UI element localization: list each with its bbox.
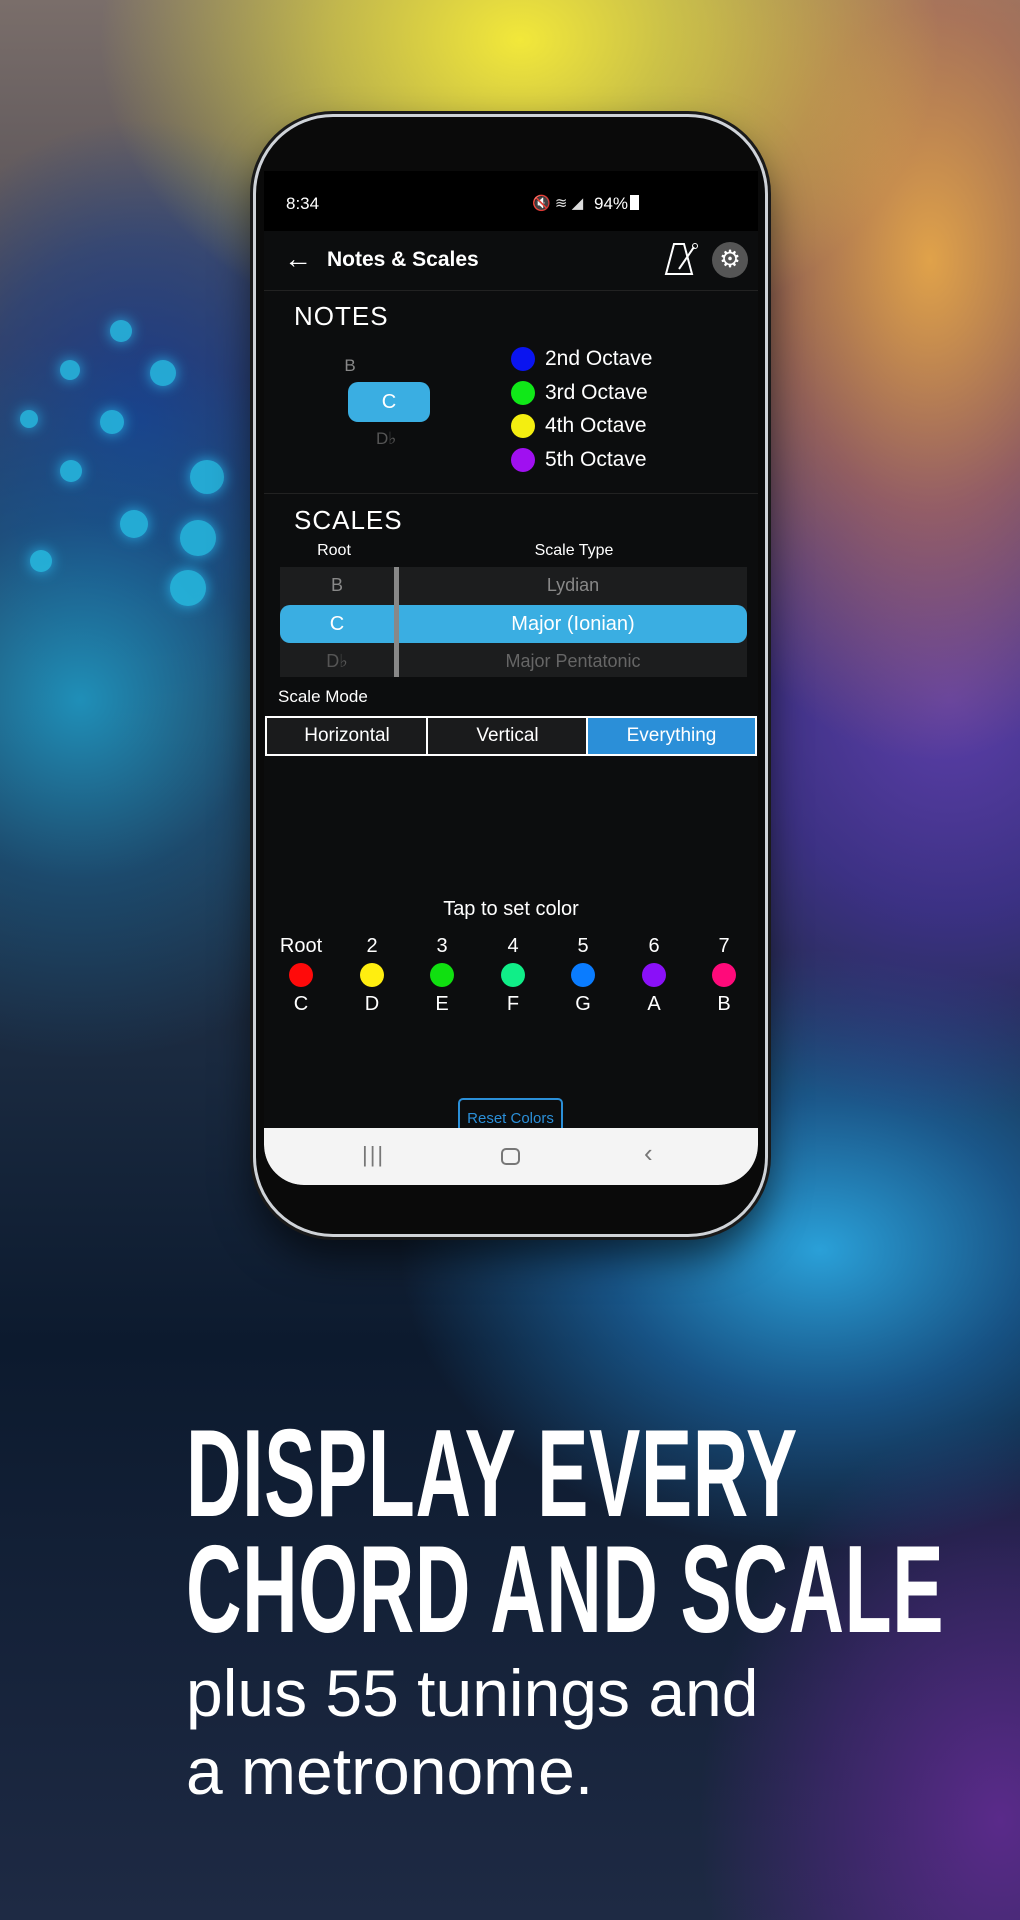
status-icons: 🔇 ≋ ◢ xyxy=(532,195,584,212)
tap-to-set-color-label: Tap to set color xyxy=(443,898,579,920)
subheadline-line-1: plus 55 tunings and xyxy=(186,1656,759,1730)
octave-label: 3rd Octave xyxy=(545,381,648,404)
note-label: D xyxy=(364,993,380,1015)
degree-label: 5 xyxy=(577,935,589,957)
octave-dot xyxy=(511,448,535,472)
octave-label: 4th Octave xyxy=(545,414,647,437)
android-nav-bar: ||| ‹ xyxy=(264,1128,758,1185)
page-title: Notes & Scales xyxy=(327,248,479,271)
scale-mode-label: Scale Mode xyxy=(278,687,368,706)
subheadline-line-2: a metronome. xyxy=(186,1734,594,1808)
note-picker-selected[interactable]: C xyxy=(348,382,430,422)
note-picker-next[interactable]: D♭ xyxy=(376,429,396,449)
note-label: A xyxy=(647,993,661,1015)
gear-icon[interactable]: ⚙ xyxy=(712,242,748,278)
status-time: 8:34 xyxy=(286,194,320,213)
battery-level: 94% xyxy=(594,194,629,213)
degree-label: 7 xyxy=(718,935,730,957)
color-swatch-6[interactable] xyxy=(642,963,666,987)
degree-label: 2 xyxy=(366,935,378,957)
root-header: Root xyxy=(317,542,351,559)
color-swatch-3[interactable] xyxy=(430,963,454,987)
scales-title: SCALES xyxy=(294,505,403,535)
scale-type-next[interactable]: Major Pentatonic xyxy=(399,651,747,672)
octave-dot xyxy=(511,347,535,371)
arrow-left-icon[interactable]: ← xyxy=(284,243,312,275)
mode-vertical-button[interactable]: Vertical xyxy=(426,716,589,756)
degree-label: Root xyxy=(279,935,323,957)
note-label: F xyxy=(506,993,520,1015)
color-swatch-7[interactable] xyxy=(712,963,736,987)
octave-label: 5th Octave xyxy=(545,448,647,471)
app-screen: 8:34 🔇 ≋ ◢ 94% ← Notes & Scales ⚙ NOTES … xyxy=(264,171,758,1185)
metronome-icon[interactable] xyxy=(664,241,700,277)
color-swatch-4[interactable] xyxy=(501,963,525,987)
degree-label: 4 xyxy=(507,935,519,957)
color-swatch-root[interactable] xyxy=(289,963,313,987)
scale-type-header: Scale Type xyxy=(534,542,614,559)
mode-horizontal-button[interactable]: Horizontal xyxy=(265,716,429,756)
octave-dot xyxy=(511,414,535,438)
root-selected[interactable]: C xyxy=(280,613,394,636)
battery-icon xyxy=(630,195,639,210)
note-label: E xyxy=(435,993,449,1015)
headline-line-1: DISPLAY EVERY xyxy=(186,1405,798,1543)
scale-picker[interactable]: B C D♭ Lydian Major (Ionian) Major Penta… xyxy=(280,567,747,677)
back-icon[interactable]: ‹ xyxy=(644,1138,653,1169)
note-picker-prev[interactable]: B xyxy=(314,356,386,376)
home-icon[interactable] xyxy=(501,1148,520,1165)
status-bar: 8:34 🔇 ≋ ◢ 94% xyxy=(264,171,758,231)
root-prev[interactable]: B xyxy=(280,575,394,596)
mode-everything-button[interactable]: Everything xyxy=(586,716,757,756)
color-swatch-2[interactable] xyxy=(360,963,384,987)
note-label: B xyxy=(717,993,731,1015)
note-label: G xyxy=(575,993,591,1015)
recent-apps-icon[interactable]: ||| xyxy=(362,1142,385,1168)
headline-line-2: CHORD AND SCALE xyxy=(186,1521,945,1659)
divider xyxy=(264,493,758,494)
notes-title: NOTES xyxy=(294,301,389,331)
color-swatch-5[interactable] xyxy=(571,963,595,987)
scale-type-prev[interactable]: Lydian xyxy=(399,575,747,596)
degree-label: 3 xyxy=(436,935,448,957)
degree-label: 6 xyxy=(648,935,660,957)
octave-label: 2nd Octave xyxy=(545,347,653,370)
note-label: C xyxy=(293,993,309,1015)
app-bar: ← Notes & Scales ⚙ xyxy=(264,231,758,291)
octave-dot xyxy=(511,381,535,405)
scale-type-selected[interactable]: Major (Ionian) xyxy=(399,613,747,636)
root-next[interactable]: D♭ xyxy=(280,651,394,672)
